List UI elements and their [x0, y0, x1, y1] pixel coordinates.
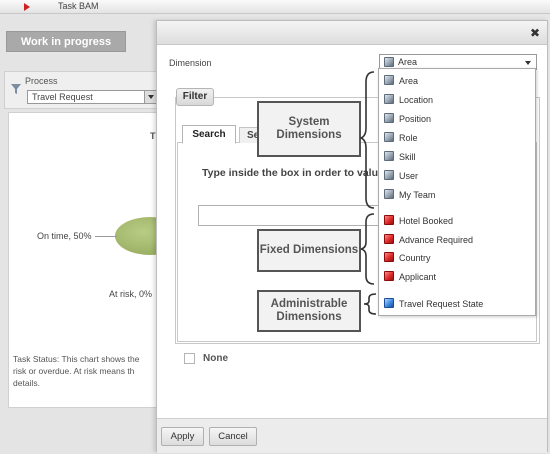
task-status-prefix: Task Status:	[13, 354, 60, 364]
dropdown-item-position[interactable]: Position	[379, 111, 535, 127]
close-icon[interactable]: ✖	[530, 26, 540, 40]
dropdown-item-label: User	[399, 171, 419, 181]
chart-area: T On time, 50% At risk, 0% Task Status: …	[8, 112, 185, 408]
work-in-progress-button[interactable]: Work in progress	[6, 31, 126, 52]
dimension-dropdown-list: Area Location Position Role Skill User M…	[378, 68, 536, 316]
process-label: Process	[25, 76, 58, 86]
dropdown-item-label: Location	[399, 95, 434, 105]
dropdown-item-label: Applicant	[399, 272, 437, 282]
blue-cube-icon	[384, 298, 394, 308]
dropdown-item-label: My Team	[399, 190, 436, 200]
red-cube-icon	[384, 215, 394, 225]
dropdown-item-label: Skill	[399, 152, 416, 162]
dropdown-item-user[interactable]: User	[379, 168, 535, 184]
dialog-footer: Apply Cancel	[157, 418, 547, 453]
dropdown-item-label: Area	[399, 76, 419, 86]
callout-administrable-dimensions: Administrable Dimensions	[257, 290, 361, 332]
tab-search[interactable]: Search	[182, 125, 236, 144]
red-cube-icon	[384, 271, 394, 281]
dropdown-item-area[interactable]: Area	[379, 73, 535, 89]
process-select[interactable]: Travel Request	[27, 90, 157, 104]
dropdown-item-label: Travel Request State	[399, 299, 484, 309]
none-checkbox[interactable]	[184, 353, 195, 364]
pie-label-at-risk: At risk, 0%	[109, 289, 153, 299]
task-bam-title[interactable]: Task BAM	[58, 1, 99, 11]
top-bar: Task BAM	[0, 0, 550, 14]
play-arrow-icon[interactable]	[24, 3, 30, 11]
apply-button[interactable]: Apply	[161, 427, 204, 446]
dropdown-item-label: Country	[399, 253, 431, 263]
brace-system-dimensions	[360, 71, 375, 209]
left-pane: Work in progress Process Travel Request …	[0, 14, 185, 454]
dimension-label: Dimension	[169, 58, 212, 68]
dropdown-item-location[interactable]: Location	[379, 92, 535, 108]
task-status-text: Task Status: This chart shows the risk o…	[13, 353, 155, 389]
chevron-down-icon[interactable]	[144, 91, 156, 103]
chevron-down-icon[interactable]	[525, 61, 531, 65]
brace-administrable-dimensions	[363, 293, 377, 315]
cancel-button[interactable]: Cancel	[209, 427, 257, 446]
gray-cube-icon	[384, 75, 394, 85]
red-cube-icon	[384, 252, 394, 262]
dropdown-item-hotel-booked[interactable]: Hotel Booked	[379, 213, 535, 229]
gray-cube-icon	[384, 151, 394, 161]
none-label: None	[203, 353, 228, 364]
gray-cube-icon	[384, 57, 394, 67]
dropdown-item-advance-required[interactable]: Advance Required	[379, 232, 535, 248]
dropdown-item-label: Position	[399, 114, 432, 124]
dropdown-item-label: Role	[399, 133, 418, 143]
gray-cube-icon	[384, 170, 394, 180]
pie-label-leader-line	[95, 236, 117, 237]
gray-cube-icon	[384, 113, 394, 123]
brace-fixed-dimensions	[360, 213, 375, 285]
gray-cube-icon	[384, 94, 394, 104]
filter-tab[interactable]: Filter	[176, 88, 214, 106]
gray-cube-icon	[384, 189, 394, 199]
callout-system-dimensions: System Dimensions	[257, 101, 361, 157]
dropdown-item-label: Advance Required	[399, 235, 474, 245]
filter-funnel-icon	[11, 84, 21, 94]
callout-fixed-dimensions: Fixed Dimensions	[257, 229, 361, 272]
dropdown-item-skill[interactable]: Skill	[379, 149, 535, 165]
dropdown-item-my-team[interactable]: My Team	[379, 187, 535, 203]
red-cube-icon	[384, 234, 394, 244]
process-filter-box: Process Travel Request	[4, 71, 157, 109]
dropdown-item-label: Hotel Booked	[399, 216, 454, 226]
dropdown-item-applicant[interactable]: Applicant	[379, 269, 535, 285]
dialog-header: ✖	[157, 21, 547, 45]
chart-title-partial: T	[150, 131, 156, 141]
dropdown-item-role[interactable]: Role	[379, 130, 535, 146]
dropdown-item-country[interactable]: Country	[379, 250, 535, 266]
dropdown-item-travel-request-state[interactable]: Travel Request State	[379, 296, 535, 312]
gray-cube-icon	[384, 132, 394, 142]
dimension-select-value: Area	[398, 57, 418, 67]
pie-label-on-time: On time, 50%	[37, 231, 92, 241]
process-select-value: Travel Request	[32, 92, 93, 102]
